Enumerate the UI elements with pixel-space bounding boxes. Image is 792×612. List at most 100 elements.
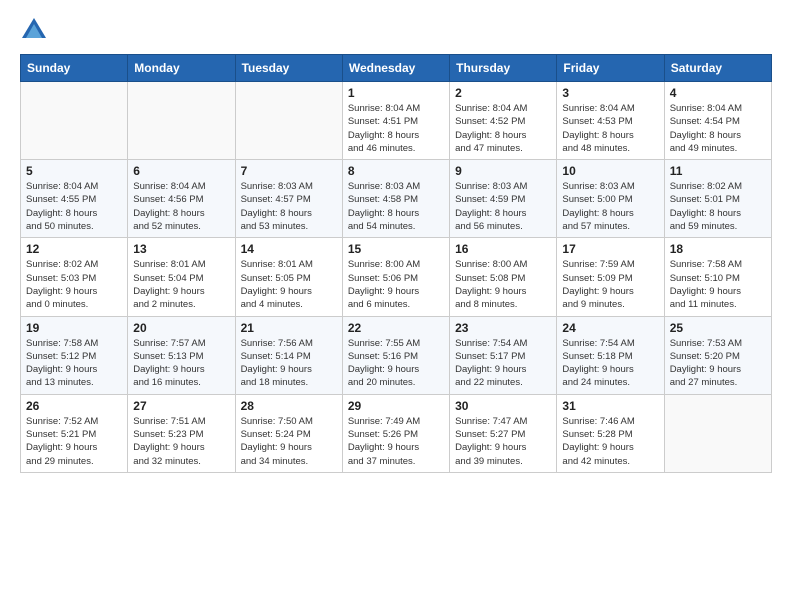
- calendar-cell: 31 Sunrise: 7:46 AM Sunset: 5:28 PM Dayli…: [557, 394, 664, 472]
- calendar-cell: [664, 394, 771, 472]
- calendar-cell: 15 Sunrise: 8:00 AM Sunset: 5:06 PM Dayli…: [342, 238, 449, 316]
- calendar-cell: [235, 82, 342, 160]
- calendar-cell: 9 Sunrise: 8:03 AM Sunset: 4:59 PM Daylig…: [450, 160, 557, 238]
- calendar-cell: 13Sunrise: 8:01 AM Sunset: 5:04 PM Dayli…: [128, 238, 235, 316]
- calendar-cell: 14 Sunrise: 8:01 AM Sunset: 5:05 PM Dayli…: [235, 238, 342, 316]
- calendar-cell: 19 Sunrise: 7:58 AM Sunset: 5:12 PM Dayli…: [21, 316, 128, 394]
- week-row-1: 1Sunrise: 8:04 AM Sunset: 4:51 PM Daylig…: [21, 82, 772, 160]
- cell-day-number: 1: [348, 86, 444, 100]
- weekday-header-wednesday: Wednesday: [342, 55, 449, 82]
- calendar-cell: 1Sunrise: 8:04 AM Sunset: 4:51 PM Daylig…: [342, 82, 449, 160]
- week-row-5: 26 Sunrise: 7:52 AM Sunset: 5:21 PM Dayli…: [21, 394, 772, 472]
- calendar-cell: 22 Sunrise: 7:55 AM Sunset: 5:16 PM Dayli…: [342, 316, 449, 394]
- calendar-cell: 27 Sunrise: 7:51 AM Sunset: 5:23 PM Dayli…: [128, 394, 235, 472]
- cell-info-text: Sunrise: 8:04 AM Sunset: 4:55 PM Dayligh…: [26, 180, 122, 233]
- calendar-cell: 30 Sunrise: 7:47 AM Sunset: 5:27 PM Dayli…: [450, 394, 557, 472]
- cell-info-text: Sunrise: 7:46 AM Sunset: 5:28 PM Dayligh…: [562, 415, 658, 468]
- calendar-cell: 2 Sunrise: 8:04 AM Sunset: 4:52 PM Daylig…: [450, 82, 557, 160]
- cell-day-number: 15: [348, 242, 444, 256]
- cell-day-number: 14: [241, 242, 337, 256]
- cell-info-text: Sunrise: 7:47 AM Sunset: 5:27 PM Dayligh…: [455, 415, 551, 468]
- cell-day-number: 20: [133, 321, 229, 335]
- calendar-cell: [128, 82, 235, 160]
- cell-info-text: Sunrise: 7:55 AM Sunset: 5:16 PM Dayligh…: [348, 337, 444, 390]
- cell-day-number: 26: [26, 399, 122, 413]
- calendar-cell: 6 Sunrise: 8:04 AM Sunset: 4:56 PM Daylig…: [128, 160, 235, 238]
- calendar-cell: 8 Sunrise: 8:03 AM Sunset: 4:58 PM Daylig…: [342, 160, 449, 238]
- cell-day-number: 11: [670, 164, 766, 178]
- calendar: SundayMondayTuesdayWednesdayThursdayFrid…: [20, 54, 772, 473]
- logo-icon: [20, 16, 48, 44]
- cell-info-text: Sunrise: 8:03 AM Sunset: 4:59 PM Dayligh…: [455, 180, 551, 233]
- calendar-cell: 3Sunrise: 8:04 AM Sunset: 4:53 PM Daylig…: [557, 82, 664, 160]
- cell-info-text: Sunrise: 8:04 AM Sunset: 4:54 PM Dayligh…: [670, 102, 766, 155]
- calendar-cell: 20 Sunrise: 7:57 AM Sunset: 5:13 PM Dayli…: [128, 316, 235, 394]
- cell-day-number: 29: [348, 399, 444, 413]
- cell-day-number: 4: [670, 86, 766, 100]
- cell-day-number: 30: [455, 399, 551, 413]
- cell-info-text: Sunrise: 7:58 AM Sunset: 5:10 PM Dayligh…: [670, 258, 766, 311]
- cell-day-number: 8: [348, 164, 444, 178]
- cell-info-text: Sunrise: 7:49 AM Sunset: 5:26 PM Dayligh…: [348, 415, 444, 468]
- week-row-3: 12 Sunrise: 8:02 AM Sunset: 5:03 PM Dayli…: [21, 238, 772, 316]
- cell-info-text: Sunrise: 8:00 AM Sunset: 5:06 PM Dayligh…: [348, 258, 444, 311]
- calendar-cell: 18 Sunrise: 7:58 AM Sunset: 5:10 PM Dayli…: [664, 238, 771, 316]
- cell-day-number: 3: [562, 86, 658, 100]
- calendar-cell: 23Sunrise: 7:54 AM Sunset: 5:17 PM Dayli…: [450, 316, 557, 394]
- header: [20, 16, 772, 44]
- weekday-header-friday: Friday: [557, 55, 664, 82]
- calendar-cell: 21Sunrise: 7:56 AM Sunset: 5:14 PM Dayli…: [235, 316, 342, 394]
- cell-info-text: Sunrise: 7:50 AM Sunset: 5:24 PM Dayligh…: [241, 415, 337, 468]
- cell-info-text: Sunrise: 8:01 AM Sunset: 5:04 PM Dayligh…: [133, 258, 229, 311]
- cell-info-text: Sunrise: 7:53 AM Sunset: 5:20 PM Dayligh…: [670, 337, 766, 390]
- cell-info-text: Sunrise: 8:02 AM Sunset: 5:01 PM Dayligh…: [670, 180, 766, 233]
- calendar-cell: 4 Sunrise: 8:04 AM Sunset: 4:54 PM Daylig…: [664, 82, 771, 160]
- cell-info-text: Sunrise: 8:04 AM Sunset: 4:52 PM Dayligh…: [455, 102, 551, 155]
- cell-info-text: Sunrise: 7:52 AM Sunset: 5:21 PM Dayligh…: [26, 415, 122, 468]
- cell-day-number: 22: [348, 321, 444, 335]
- calendar-cell: 5 Sunrise: 8:04 AM Sunset: 4:55 PM Daylig…: [21, 160, 128, 238]
- weekday-header-thursday: Thursday: [450, 55, 557, 82]
- cell-info-text: Sunrise: 7:54 AM Sunset: 5:17 PM Dayligh…: [455, 337, 551, 390]
- cell-day-number: 27: [133, 399, 229, 413]
- cell-info-text: Sunrise: 8:03 AM Sunset: 4:57 PM Dayligh…: [241, 180, 337, 233]
- cell-day-number: 6: [133, 164, 229, 178]
- calendar-cell: 17Sunrise: 7:59 AM Sunset: 5:09 PM Dayli…: [557, 238, 664, 316]
- cell-day-number: 28: [241, 399, 337, 413]
- calendar-cell: 11 Sunrise: 8:02 AM Sunset: 5:01 PM Dayli…: [664, 160, 771, 238]
- calendar-cell: 7 Sunrise: 8:03 AM Sunset: 4:57 PM Daylig…: [235, 160, 342, 238]
- cell-day-number: 19: [26, 321, 122, 335]
- calendar-cell: 12 Sunrise: 8:02 AM Sunset: 5:03 PM Dayli…: [21, 238, 128, 316]
- cell-info-text: Sunrise: 7:51 AM Sunset: 5:23 PM Dayligh…: [133, 415, 229, 468]
- cell-day-number: 25: [670, 321, 766, 335]
- weekday-header-monday: Monday: [128, 55, 235, 82]
- cell-day-number: 18: [670, 242, 766, 256]
- weekday-header-row: SundayMondayTuesdayWednesdayThursdayFrid…: [21, 55, 772, 82]
- cell-day-number: 31: [562, 399, 658, 413]
- cell-info-text: Sunrise: 7:58 AM Sunset: 5:12 PM Dayligh…: [26, 337, 122, 390]
- calendar-cell: 24 Sunrise: 7:54 AM Sunset: 5:18 PM Dayli…: [557, 316, 664, 394]
- cell-day-number: 17: [562, 242, 658, 256]
- logo: [20, 16, 52, 44]
- weekday-header-sunday: Sunday: [21, 55, 128, 82]
- calendar-cell: 10 Sunrise: 8:03 AM Sunset: 5:00 PM Dayli…: [557, 160, 664, 238]
- cell-info-text: Sunrise: 8:02 AM Sunset: 5:03 PM Dayligh…: [26, 258, 122, 311]
- weekday-header-saturday: Saturday: [664, 55, 771, 82]
- cell-info-text: Sunrise: 8:01 AM Sunset: 5:05 PM Dayligh…: [241, 258, 337, 311]
- cell-day-number: 24: [562, 321, 658, 335]
- cell-day-number: 2: [455, 86, 551, 100]
- cell-info-text: Sunrise: 8:04 AM Sunset: 4:56 PM Dayligh…: [133, 180, 229, 233]
- cell-day-number: 7: [241, 164, 337, 178]
- cell-info-text: Sunrise: 7:54 AM Sunset: 5:18 PM Dayligh…: [562, 337, 658, 390]
- calendar-cell: [21, 82, 128, 160]
- cell-day-number: 5: [26, 164, 122, 178]
- calendar-cell: 29 Sunrise: 7:49 AM Sunset: 5:26 PM Dayli…: [342, 394, 449, 472]
- cell-day-number: 9: [455, 164, 551, 178]
- cell-day-number: 16: [455, 242, 551, 256]
- week-row-2: 5 Sunrise: 8:04 AM Sunset: 4:55 PM Daylig…: [21, 160, 772, 238]
- cell-info-text: Sunrise: 8:03 AM Sunset: 4:58 PM Dayligh…: [348, 180, 444, 233]
- cell-info-text: Sunrise: 8:03 AM Sunset: 5:00 PM Dayligh…: [562, 180, 658, 233]
- cell-day-number: 12: [26, 242, 122, 256]
- cell-info-text: Sunrise: 7:57 AM Sunset: 5:13 PM Dayligh…: [133, 337, 229, 390]
- cell-day-number: 10: [562, 164, 658, 178]
